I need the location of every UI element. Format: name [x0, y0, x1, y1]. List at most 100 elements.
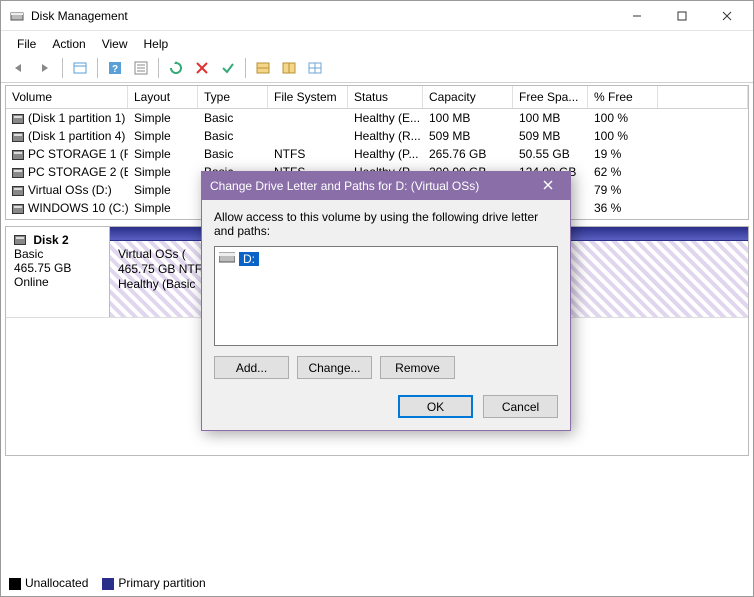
cell: Basic: [198, 146, 268, 162]
menu-help[interactable]: Help: [136, 35, 177, 53]
dialog-title: Change Drive Letter and Paths for D: (Vi…: [210, 179, 479, 193]
delete-icon[interactable]: [190, 56, 214, 80]
minimize-button[interactable]: [614, 1, 659, 30]
maximize-button[interactable]: [659, 1, 704, 30]
toolbar-separator: [245, 58, 246, 78]
forward-icon[interactable]: [33, 56, 57, 80]
partition-label: Virtual OSs ( 465.75 GB NTF Healthy (Bas…: [118, 247, 202, 292]
col-layout[interactable]: Layout: [128, 86, 198, 108]
dialog-close-icon[interactable]: [534, 179, 562, 193]
volume-icon: [12, 132, 24, 142]
app-icon: [9, 8, 25, 24]
cell: 509 MB: [513, 128, 588, 144]
col-free[interactable]: Free Spa...: [513, 86, 588, 108]
toolbar-separator: [158, 58, 159, 78]
change-button[interactable]: Change...: [297, 356, 372, 379]
drive-icon: [219, 251, 235, 266]
cell: [268, 117, 348, 119]
disk-name: Disk 2: [33, 233, 68, 247]
layout1-icon[interactable]: [251, 56, 275, 80]
add-button[interactable]: Add...: [214, 356, 289, 379]
legend-unallocated: Unallocated: [9, 576, 88, 590]
refresh-icon[interactable]: [164, 56, 188, 80]
col-pctfree[interactable]: % Free: [588, 86, 658, 108]
volume-icon: [12, 168, 24, 178]
cell: PC STORAGE 1 (F:): [28, 147, 128, 161]
cell: 79 %: [588, 182, 658, 198]
dialog-paths-list[interactable]: D:: [214, 246, 558, 346]
partition-name: Virtual OSs (: [118, 247, 186, 261]
col-filesystem[interactable]: File System: [268, 86, 348, 108]
menu-action[interactable]: Action: [44, 35, 93, 53]
cell: 62 %: [588, 164, 658, 180]
change-drive-letter-dialog: Change Drive Letter and Paths for D: (Vi…: [201, 171, 571, 431]
cell: Simple: [128, 200, 198, 216]
cell: Simple: [128, 164, 198, 180]
cell: (Disk 1 partition 4): [28, 129, 125, 143]
partition-size: 465.75 GB NTF: [118, 262, 202, 276]
cell: PC STORAGE 2 (E:): [28, 165, 128, 179]
cell: 100 MB: [513, 110, 588, 126]
cell: 100 %: [588, 110, 658, 126]
disk-summary[interactable]: Disk 2 Basic 465.75 GB Online: [6, 227, 110, 317]
close-button[interactable]: [704, 1, 749, 30]
cancel-button[interactable]: Cancel: [483, 395, 558, 418]
cell: Basic: [198, 128, 268, 144]
layout3-icon[interactable]: [303, 56, 327, 80]
cell: 100 MB: [423, 110, 513, 126]
menu-file[interactable]: File: [9, 35, 44, 53]
svg-text:?: ?: [112, 64, 118, 75]
cell: Simple: [128, 146, 198, 162]
col-status[interactable]: Status: [348, 86, 423, 108]
titlebar: Disk Management: [1, 1, 753, 31]
legend-label: Unallocated: [25, 576, 88, 590]
cell: Simple: [128, 182, 198, 198]
back-icon[interactable]: [7, 56, 31, 80]
window-title: Disk Management: [31, 9, 614, 23]
col-capacity[interactable]: Capacity: [423, 86, 513, 108]
table-row[interactable]: (Disk 1 partition 4) Simple Basic Health…: [6, 127, 748, 145]
table-row[interactable]: PC STORAGE 1 (F:) Simple Basic NTFS Heal…: [6, 145, 748, 163]
drive-letter-selected: D:: [239, 252, 259, 266]
volume-icon: [12, 204, 24, 214]
toolbar-separator: [62, 58, 63, 78]
table-row[interactable]: (Disk 1 partition 1) Simple Basic Health…: [6, 109, 748, 127]
show-list-icon[interactable]: [68, 56, 92, 80]
cell: Virtual OSs (D:): [28, 183, 112, 197]
cell: 19 %: [588, 146, 658, 162]
list-item[interactable]: D:: [219, 251, 553, 266]
help-icon[interactable]: ?: [103, 56, 127, 80]
partition-status: Healthy (Basic: [118, 277, 195, 291]
apply-icon[interactable]: [216, 56, 240, 80]
volume-icon: [12, 186, 24, 196]
volume-icon: [12, 114, 24, 124]
cell: (Disk 1 partition 1): [28, 111, 125, 125]
cell: Simple: [128, 128, 198, 144]
cell: Healthy (P...: [348, 146, 423, 162]
cell: 265.76 GB: [423, 146, 513, 162]
dialog-titlebar[interactable]: Change Drive Letter and Paths for D: (Vi…: [202, 172, 570, 200]
col-volume[interactable]: Volume: [6, 86, 128, 108]
menubar: File Action View Help: [1, 31, 753, 53]
col-type[interactable]: Type: [198, 86, 268, 108]
layout2-icon[interactable]: [277, 56, 301, 80]
properties-icon[interactable]: [129, 56, 153, 80]
cell: Simple: [128, 110, 198, 126]
dialog-instruction: Allow access to this volume by using the…: [214, 210, 558, 238]
cell: [268, 135, 348, 137]
ok-button[interactable]: OK: [398, 395, 473, 418]
cell: 36 %: [588, 200, 658, 216]
disk-icon: [14, 235, 26, 245]
toolbar: ?: [1, 53, 753, 83]
remove-button[interactable]: Remove: [380, 356, 455, 379]
cell: Healthy (R...: [348, 128, 423, 144]
cell: WINDOWS 10 (C:): [28, 201, 128, 215]
col-spacer: [658, 86, 748, 108]
volume-icon: [12, 150, 24, 160]
cell: 50.55 GB: [513, 146, 588, 162]
legend-primary: Primary partition: [102, 576, 205, 590]
menu-view[interactable]: View: [94, 35, 136, 53]
legend-label: Primary partition: [118, 576, 205, 590]
table-header-row: Volume Layout Type File System Status Ca…: [6, 86, 748, 109]
cell: Healthy (E...: [348, 110, 423, 126]
